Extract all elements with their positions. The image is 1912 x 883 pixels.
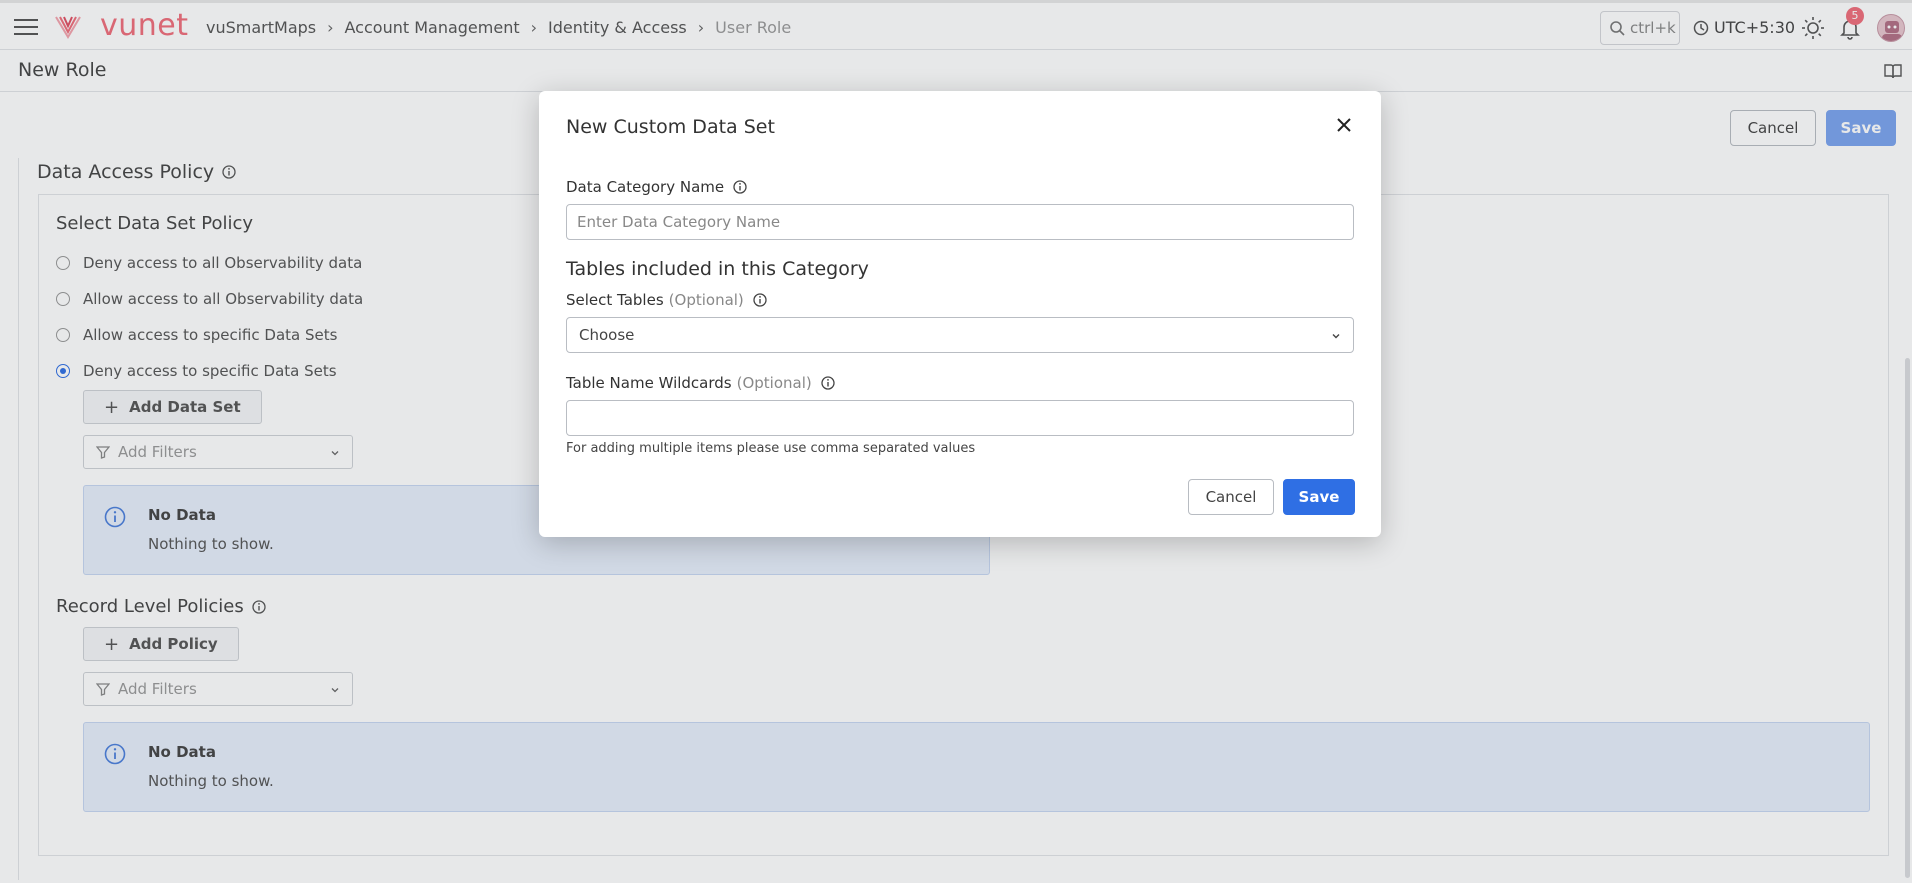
select-tables-label: Select Tables (Optional) [566, 291, 767, 309]
dialog-save-button[interactable]: Save [1283, 479, 1355, 515]
dialog-cancel-button[interactable]: Cancel [1188, 479, 1274, 515]
close-icon[interactable] [1332, 113, 1356, 137]
page-scrollbar[interactable] [1905, 358, 1910, 878]
info-icon[interactable] [821, 376, 835, 390]
info-icon[interactable] [753, 293, 767, 307]
wildcards-hint: For adding multiple items please use com… [566, 441, 976, 456]
optional-tag: (Optional) [668, 291, 744, 309]
field-label-text: Select Tables [566, 291, 664, 309]
dialog-title: New Custom Data Set [566, 116, 775, 138]
chevron-down-icon [1332, 334, 1340, 339]
table-name-wildcards-label: Table Name Wildcards (Optional) [566, 374, 835, 392]
select-tables-dropdown[interactable]: Choose [566, 317, 1354, 353]
dropdown-value: Choose [579, 326, 635, 344]
info-icon[interactable] [733, 180, 747, 194]
data-category-name-label: Data Category Name [566, 178, 747, 196]
field-label-text: Data Category Name [566, 178, 725, 196]
optional-tag: (Optional) [736, 374, 812, 392]
table-name-wildcards-input[interactable] [566, 400, 1354, 436]
tables-section-title: Tables included in this Category [566, 258, 869, 280]
data-category-name-input[interactable] [566, 204, 1354, 240]
field-label-text: Table Name Wildcards [566, 374, 732, 392]
new-custom-data-set-dialog: New Custom Data Set Data Category Name T… [539, 91, 1381, 537]
